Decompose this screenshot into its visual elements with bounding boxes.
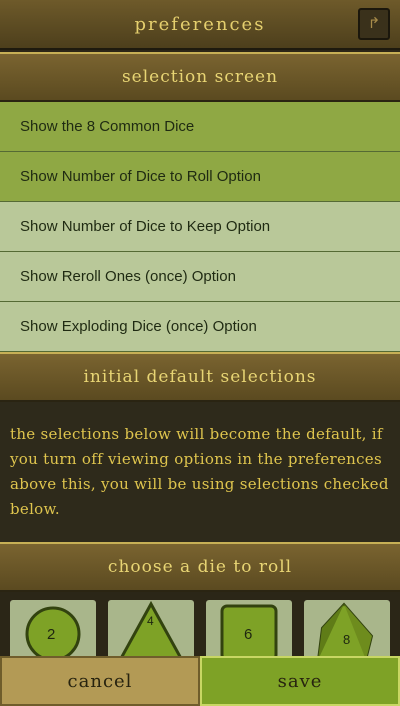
die-card-d6[interactable]: 6 <box>206 600 292 664</box>
option-label: Show Number of Dice to Roll Option <box>20 168 261 185</box>
die-label: 8 <box>343 632 351 647</box>
top-bar: Preferences ↱ <box>0 0 400 50</box>
option-show-exploding-dice[interactable]: Show Exploding Dice (once) Option <box>0 302 400 352</box>
option-show-reroll-ones[interactable]: Show Reroll Ones (once) Option <box>0 252 400 302</box>
option-label: Show Exploding Dice (once) Option <box>20 318 257 335</box>
die-label: 2 <box>47 626 56 643</box>
die-label: 6 <box>244 626 253 643</box>
die-card-d4[interactable]: 4 <box>108 600 194 664</box>
defaults-description: The selections below will become the def… <box>0 402 400 542</box>
die-label: 4 <box>147 614 154 628</box>
cancel-button[interactable]: cancel <box>0 656 200 706</box>
option-label: Show Reroll Ones (once) Option <box>20 268 236 285</box>
option-show-number-to-roll[interactable]: Show Number of Dice to Roll Option <box>0 152 400 202</box>
option-label: Show Number of Dice to Keep Option <box>20 218 271 235</box>
triangle-die-icon <box>116 600 186 664</box>
die-card-d8[interactable]: 8 <box>304 600 390 664</box>
section-heading-dice: Choose a Die to Roll <box>0 542 400 592</box>
option-show-number-to-keep[interactable]: Show Number of Dice to Keep Option <box>0 202 400 252</box>
save-button[interactable]: save <box>200 656 400 706</box>
section-heading-defaults: Initial Default Selections <box>0 352 400 402</box>
option-label: Show the 8 Common Dice <box>20 118 195 135</box>
section-heading-selection: Selection Screen <box>0 52 400 102</box>
page-title: Preferences <box>134 14 266 35</box>
share-arrow-icon[interactable]: ↱ <box>358 8 390 40</box>
dice-selector-row: 2 4 6 8 <box>0 592 400 664</box>
die-card-d2[interactable]: 2 <box>10 600 96 664</box>
footer-bar: cancel save <box>0 656 400 706</box>
option-show-common-dice[interactable]: Show the 8 Common Dice <box>0 102 400 152</box>
